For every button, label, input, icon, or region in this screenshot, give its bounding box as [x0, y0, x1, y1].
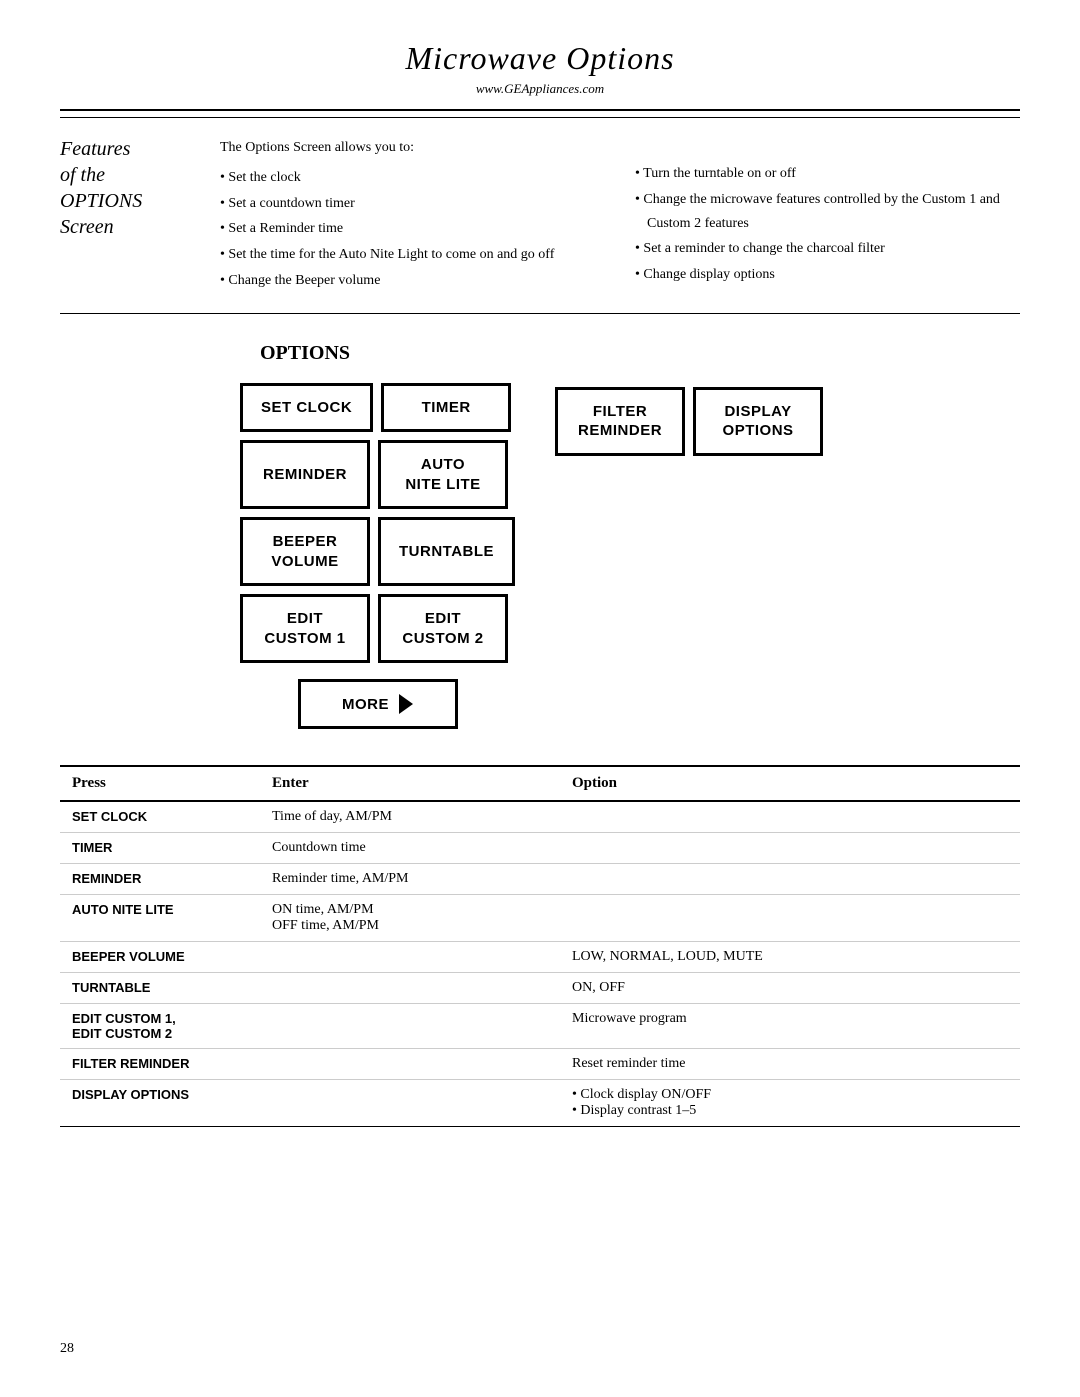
- features-intro: The Options Screen allows you to:: [220, 136, 605, 160]
- enter-edit-custom: [260, 1004, 560, 1049]
- features-col-left: The Options Screen allows you to: Set th…: [220, 136, 605, 295]
- features-col-right: Turn the turntable on or off Change the …: [635, 136, 1020, 295]
- enter-auto-nite-lite: ON time, AM/PMOFF time, AM/PM: [260, 895, 560, 942]
- features-list-right: Turn the turntable on or off Change the …: [635, 162, 1020, 287]
- table-row: BEEPER VOLUME LOW, NORMAL, LOUD, MUTE: [60, 942, 1020, 973]
- table-row: REMINDER Reminder time, AM/PM: [60, 864, 1020, 895]
- auto-nite-lite-button[interactable]: AUTO NITE LITE: [378, 440, 508, 509]
- option-edit-custom: Microwave program: [560, 1004, 1020, 1049]
- col-option-header: Option: [560, 767, 1020, 801]
- table-row: FILTER REMINDER Reset reminder time: [60, 1049, 1020, 1080]
- press-turntable: TURNTABLE: [60, 973, 260, 1004]
- press-set-clock: SET CLOCK: [60, 801, 260, 833]
- table-row: AUTO NITE LITE ON time, AM/PMOFF time, A…: [60, 895, 1020, 942]
- page-number: 28: [60, 1341, 74, 1357]
- press-timer: TIMER: [60, 833, 260, 864]
- buttons-row-1: SET CLOCK TIMER: [240, 383, 515, 433]
- feature-item: Set a Reminder time: [220, 217, 605, 241]
- table-header-row: Press Enter Option: [60, 767, 1020, 801]
- reminder-button[interactable]: REMINDER: [240, 440, 370, 509]
- option-turntable: ON, OFF: [560, 973, 1020, 1004]
- option-auto-nite-lite: [560, 895, 1020, 942]
- options-table: Press Enter Option SET CLOCK Time of day…: [60, 767, 1020, 1126]
- feature-item: Turn the turntable on or off: [635, 162, 1020, 186]
- press-auto-nite-lite: AUTO NITE LITE: [60, 895, 260, 942]
- chevron-right-icon: [399, 694, 413, 714]
- table-section: Press Enter Option SET CLOCK Time of day…: [60, 765, 1020, 1127]
- press-edit-custom: EDIT CUSTOM 1,EDIT CUSTOM 2: [60, 1004, 260, 1049]
- feature-item: Change the microwave features controlled…: [635, 188, 1020, 236]
- options-heading: OPTIONS: [260, 342, 1020, 365]
- buttons-row-2: REMINDER AUTO NITE LITE: [240, 440, 515, 509]
- set-clock-button[interactable]: SET CLOCK: [240, 383, 373, 433]
- press-display-options: DISPLAY OPTIONS: [60, 1080, 260, 1127]
- buttons-row-3: BEEPER VOLUME TURNTABLE: [240, 517, 515, 586]
- enter-display-options: [260, 1080, 560, 1127]
- features-list-left: Set the clock Set a countdown timer Set …: [220, 166, 605, 293]
- feature-item: Change the Beeper volume: [220, 269, 605, 293]
- display-options-button[interactable]: DISPLAY OPTIONS: [693, 387, 823, 456]
- option-timer: [560, 833, 1020, 864]
- header-divider: [60, 117, 1020, 118]
- col-enter-header: Enter: [260, 767, 560, 801]
- edit-custom1-button[interactable]: EDIT CUSTOM 1: [240, 594, 370, 663]
- turntable-button[interactable]: TURNTABLE: [378, 517, 515, 586]
- buttons-row-4: EDIT CUSTOM 1 EDIT CUSTOM 2: [240, 594, 515, 663]
- features-content: The Options Screen allows you to: Set th…: [220, 136, 1020, 295]
- page-url: www.GEAppliances.com: [60, 81, 1020, 97]
- table-row: TIMER Countdown time: [60, 833, 1020, 864]
- more-button[interactable]: MORE: [298, 679, 458, 729]
- option-display-options: • Clock display ON/OFF• Display contrast…: [560, 1080, 1020, 1127]
- press-reminder: REMINDER: [60, 864, 260, 895]
- option-beeper-volume: LOW, NORMAL, LOUD, MUTE: [560, 942, 1020, 973]
- enter-reminder: Reminder time, AM/PM: [260, 864, 560, 895]
- col-press-header: Press: [60, 767, 260, 801]
- table-header: Press Enter Option: [60, 767, 1020, 801]
- features-section: Features of the OPTIONS Screen The Optio…: [60, 136, 1020, 314]
- page-title: Microwave Options: [60, 40, 1020, 77]
- more-btn-container: MORE: [240, 679, 515, 729]
- table-body: SET CLOCK Time of day, AM/PM TIMER Count…: [60, 801, 1020, 1126]
- table-row: EDIT CUSTOM 1,EDIT CUSTOM 2 Microwave pr…: [60, 1004, 1020, 1049]
- option-reminder: [560, 864, 1020, 895]
- feature-item: Set the time for the Auto Nite Light to …: [220, 243, 605, 267]
- press-beeper-volume: BEEPER VOLUME: [60, 942, 260, 973]
- press-filter-reminder: FILTER REMINDER: [60, 1049, 260, 1080]
- more-label: MORE: [342, 696, 389, 713]
- option-set-clock: [560, 801, 1020, 833]
- features-label: Features of the OPTIONS Screen: [60, 136, 220, 295]
- enter-beeper-volume: [260, 942, 560, 973]
- option-filter-reminder: Reset reminder time: [560, 1049, 1020, 1080]
- enter-set-clock: Time of day, AM/PM: [260, 801, 560, 833]
- enter-timer: Countdown time: [260, 833, 560, 864]
- options-section: OPTIONS SET CLOCK TIMER REMINDER AUTO NI…: [60, 342, 1020, 730]
- timer-button[interactable]: TIMER: [381, 383, 511, 433]
- table-row: TURNTABLE ON, OFF: [60, 973, 1020, 1004]
- table-row: DISPLAY OPTIONS • Clock display ON/OFF• …: [60, 1080, 1020, 1127]
- feature-item: Set the clock: [220, 166, 605, 190]
- enter-turntable: [260, 973, 560, 1004]
- edit-custom2-button[interactable]: EDIT CUSTOM 2: [378, 594, 508, 663]
- feature-item: Set a countdown timer: [220, 192, 605, 216]
- buttons-area: SET CLOCK TIMER REMINDER AUTO NITE LITE …: [240, 383, 1020, 730]
- buttons-grid-left: SET CLOCK TIMER REMINDER AUTO NITE LITE …: [240, 383, 515, 730]
- beeper-volume-button[interactable]: BEEPER VOLUME: [240, 517, 370, 586]
- enter-filter-reminder: [260, 1049, 560, 1080]
- table-row: SET CLOCK Time of day, AM/PM: [60, 801, 1020, 833]
- buttons-row-right-1: FILTER REMINDER DISPLAY OPTIONS: [555, 387, 823, 456]
- filter-reminder-button[interactable]: FILTER REMINDER: [555, 387, 685, 456]
- page-header: Microwave Options www.GEAppliances.com: [60, 40, 1020, 111]
- feature-item: Change display options: [635, 263, 1020, 287]
- buttons-grid-right: FILTER REMINDER DISPLAY OPTIONS: [555, 387, 823, 730]
- feature-item: Set a reminder to change the charcoal fi…: [635, 237, 1020, 261]
